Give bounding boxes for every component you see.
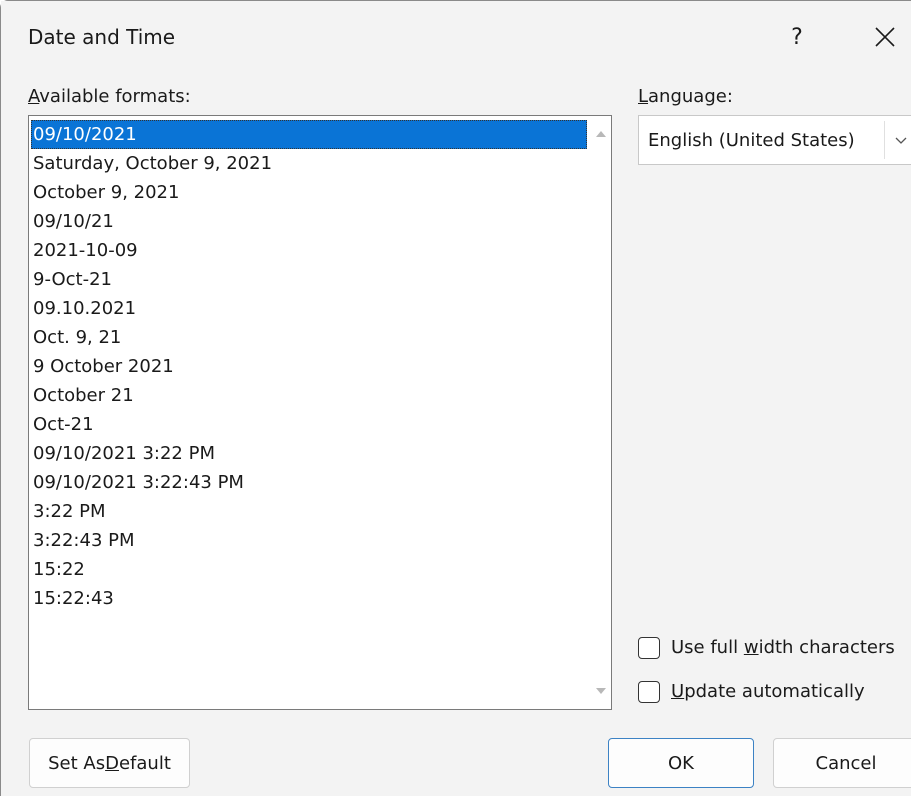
close-icon [875,27,895,47]
auto-update-label[interactable]: Update automatically [671,680,865,704]
list-item[interactable]: 3:22:43 PM [31,526,587,555]
list-item[interactable]: Saturday, October 9, 2021 [31,149,587,178]
set-as-default-button[interactable]: Set As Default [29,738,190,788]
scroll-down-button[interactable] [591,681,611,701]
formats-listbox[interactable]: 09/10/2021 Saturday, October 9, 2021 Octob… [28,115,612,710]
date-time-dialog: Date and Time ? Available formats: 09/10… [0,0,911,796]
list-item[interactable]: 2021-10-09 [31,236,587,265]
accelerator-key: A [28,86,40,107]
label-text: idth characters [758,637,895,658]
auto-update-option[interactable]: Update automatically [638,678,865,706]
list-item[interactable]: 09.10.2021 [31,294,587,323]
close-button[interactable] [859,15,911,59]
cancel-button[interactable]: Cancel [773,738,911,788]
available-formats-label: Available formats: [28,85,191,109]
list-item[interactable]: 3:22 PM [31,497,587,526]
list-item[interactable]: Oct-21 [31,410,587,439]
full-width-label[interactable]: Use full width characters [671,636,895,660]
scroll-down-arrow-icon [596,688,606,694]
list-item[interactable]: Oct. 9, 21 [31,323,587,352]
full-width-checkbox[interactable] [638,637,660,659]
list-item[interactable]: 09/10/21 [31,207,587,236]
accelerator-key: w [743,637,759,658]
list-item[interactable]: 09/10/2021 3:22:43 PM [31,468,587,497]
help-button[interactable]: ? [771,15,823,59]
label-text: Use full [671,637,744,658]
label-text: anguage: [648,86,733,107]
language-dropdown[interactable]: English (United States) [638,115,911,165]
dropdown-divider [884,121,885,159]
dialog-title: Date and Time [28,25,176,49]
list-item[interactable]: October 9, 2021 [31,178,587,207]
label-text: Set As [48,752,106,774]
scroll-up-button[interactable] [591,124,611,144]
chevron-down-icon [895,137,907,144]
language-value: English (United States) [648,130,855,151]
list-item[interactable]: October 21 [31,381,587,410]
scroll-up-arrow-icon [596,131,606,137]
label-text: pdate automatically [684,681,865,702]
list-item[interactable]: 9 October 2021 [31,352,587,381]
language-label: Language: [638,85,733,109]
accelerator-key: U [671,681,685,702]
full-width-option[interactable]: Use full width characters [638,634,895,662]
ok-button[interactable]: OK [608,738,754,788]
accelerator-key: D [105,752,119,774]
auto-update-checkbox[interactable] [638,681,660,703]
list-item[interactable]: 09/10/2021 3:22 PM [31,439,587,468]
label-text: vailable formats: [39,86,191,107]
list-item[interactable]: 15:22 [31,555,587,584]
accelerator-key: L [638,86,649,107]
list-item[interactable]: 15:22:43 [31,584,587,613]
label-text: efault [118,752,171,774]
list-item[interactable]: 9-Oct-21 [31,265,587,294]
formats-list-items: 09/10/2021 Saturday, October 9, 2021 Octob… [31,120,587,613]
title-bar: Date and Time ? [1,1,911,69]
list-item-selected[interactable]: 09/10/2021 [31,120,587,149]
